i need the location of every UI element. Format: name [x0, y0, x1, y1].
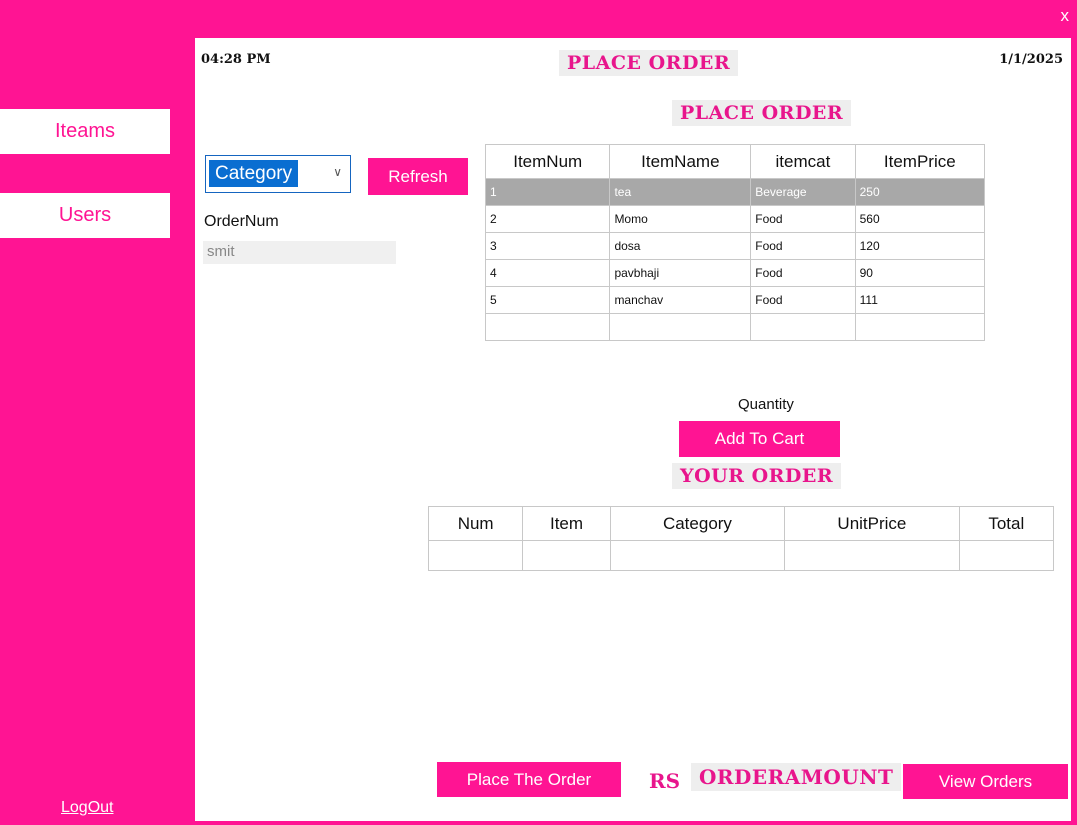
table-cell: 3 — [484, 232, 611, 260]
items-table[interactable]: ItemNum ItemName itemcat ItemPrice 1 tea… — [484, 144, 986, 341]
main-panel: 04:28 PM PLACE ORDER 1/1/2025 PLACE ORDE… — [195, 38, 1071, 821]
column-header[interactable]: UnitPrice — [784, 506, 960, 541]
category-selected-value: Category — [209, 160, 299, 187]
column-header[interactable]: Item — [522, 506, 611, 541]
your-order-title: YOUR ORDER — [672, 463, 842, 489]
table-row[interactable]: 1 tea Beverage 250 — [484, 178, 986, 206]
table-cell: Food — [750, 232, 856, 260]
table-cell: 120 — [854, 232, 986, 260]
refresh-button[interactable]: Refresh — [368, 158, 468, 195]
table-cell: pavbhaji — [609, 259, 752, 287]
column-header[interactable]: Total — [958, 506, 1055, 541]
close-button[interactable]: x — [1061, 6, 1070, 26]
table-cell — [522, 540, 611, 571]
table-cell: 250 — [854, 178, 986, 206]
table-cell — [784, 540, 960, 571]
table-cell: 560 — [854, 205, 986, 233]
table-cell: Momo — [609, 205, 752, 233]
table-cell: Beverage — [750, 178, 856, 206]
order-amount: ORDERAMOUNT — [691, 763, 902, 791]
clock-time: 04:28 PM — [201, 52, 271, 67]
table-cell: Food — [750, 286, 856, 314]
page-title: PLACE ORDER — [559, 50, 739, 76]
table-cell: manchav — [609, 286, 752, 314]
category-dropdown[interactable]: Category ∨ — [205, 155, 351, 193]
currency-label: RS — [649, 769, 681, 793]
view-orders-button[interactable]: View Orders — [903, 764, 1068, 799]
order-num-input[interactable]: smit — [203, 241, 396, 264]
table-cell: tea — [609, 178, 752, 206]
table-cell: 2 — [484, 205, 611, 233]
table-row[interactable]: 4 pavbhaji Food 90 — [484, 259, 986, 287]
table-cell: Food — [750, 205, 856, 233]
table-cell: 1 — [484, 178, 611, 206]
sidebar-item-label: Users — [58, 204, 112, 226]
logout-link[interactable]: LogOut — [61, 799, 113, 817]
order-table-header: Num Item Category UnitPrice Total — [427, 506, 1055, 541]
table-cell: 4 — [484, 259, 611, 287]
column-header[interactable]: ItemPrice — [854, 144, 986, 179]
table-row[interactable]: 5 manchav Food 111 — [484, 286, 986, 314]
order-table[interactable]: Num Item Category UnitPrice Total — [427, 506, 1055, 571]
table-cell — [854, 313, 986, 341]
table-cell: Food — [750, 259, 856, 287]
table-cell — [750, 313, 856, 341]
table-cell: 5 — [484, 286, 611, 314]
column-header[interactable]: ItemNum — [484, 144, 611, 179]
table-cell — [484, 313, 611, 341]
current-date: 1/1/2025 — [999, 52, 1063, 67]
table-row-new[interactable] — [427, 540, 1055, 571]
order-num-label: OrderNum — [204, 213, 279, 230]
column-header[interactable]: Category — [609, 506, 786, 541]
sidebar-item-iteams[interactable]: Iteams — [0, 109, 170, 154]
table-cell — [958, 540, 1055, 571]
column-header[interactable]: Num — [427, 506, 524, 541]
place-order-button[interactable]: Place The Order — [437, 762, 621, 797]
table-cell — [427, 540, 524, 571]
table-cell: 111 — [854, 286, 986, 314]
add-to-cart-button[interactable]: Add To Cart — [679, 421, 840, 457]
table-row-new[interactable] — [484, 313, 986, 341]
table-row[interactable]: 2 Momo Food 560 — [484, 205, 986, 233]
column-header[interactable]: itemcat — [750, 144, 856, 179]
table-cell: 90 — [854, 259, 986, 287]
table-cell — [609, 313, 752, 341]
chevron-down-icon: ∨ — [333, 165, 342, 179]
items-table-header: ItemNum ItemName itemcat ItemPrice — [484, 144, 986, 179]
table-row[interactable]: 3 dosa Food 120 — [484, 232, 986, 260]
sidebar-item-label: Iteams — [54, 120, 116, 142]
sidebar-item-users[interactable]: Users — [0, 193, 170, 238]
column-header[interactable]: ItemName — [609, 144, 752, 179]
quantity-label: Quantity — [738, 396, 794, 413]
table-cell — [609, 540, 786, 571]
items-section-title: PLACE ORDER — [672, 100, 852, 126]
table-cell: dosa — [609, 232, 752, 260]
